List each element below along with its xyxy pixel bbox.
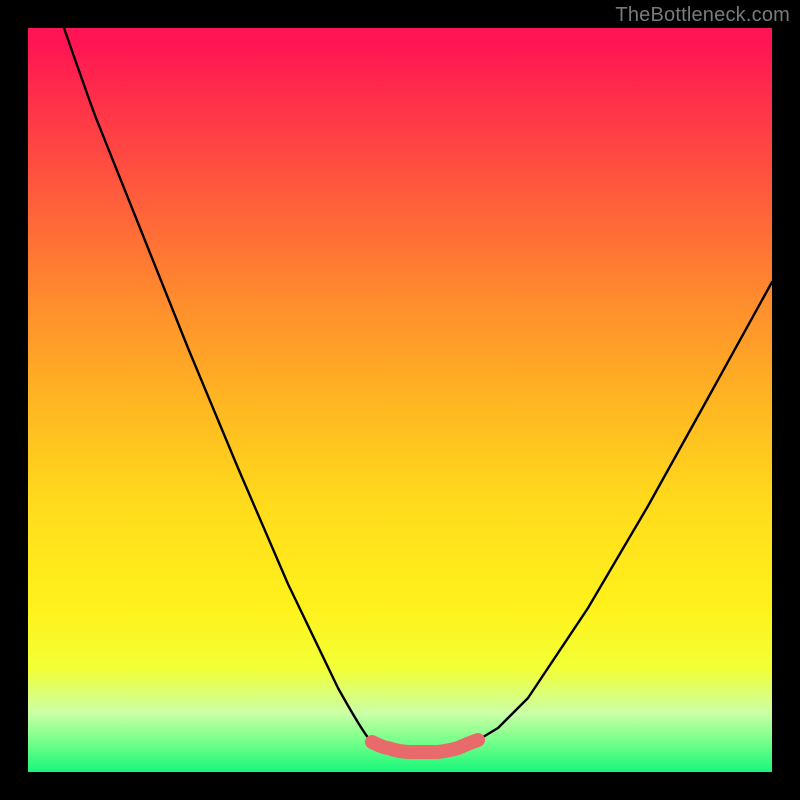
watermark-text: TheBottleneck.com (615, 4, 790, 27)
valley-highlight (372, 740, 478, 752)
chart-frame: TheBottleneck.com (0, 0, 800, 800)
bottleneck-curve (64, 28, 772, 752)
plot-area (28, 28, 772, 772)
curve-layer (28, 28, 772, 772)
